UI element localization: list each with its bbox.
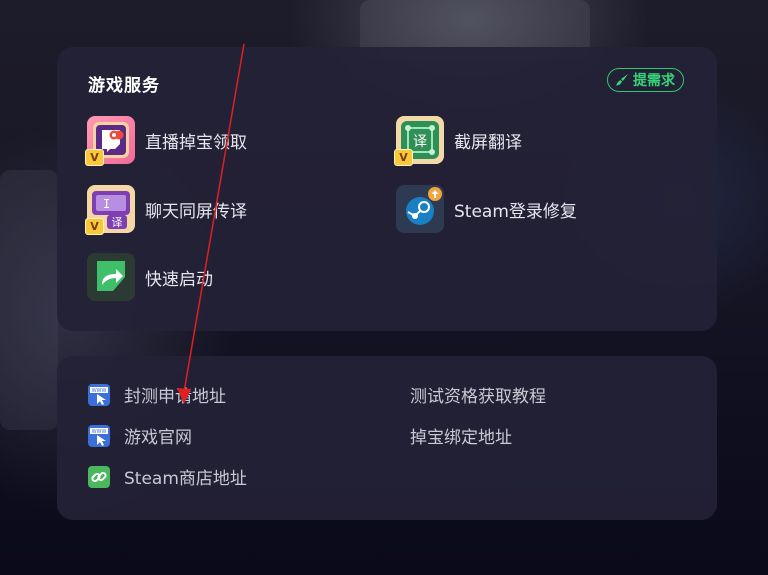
svg-text:I: I xyxy=(103,197,110,211)
service-label: 截屏翻译 xyxy=(454,132,522,153)
link-label: 掉宝绑定地址 xyxy=(410,428,512,448)
svg-text:译: 译 xyxy=(112,216,123,229)
service-steam-login-fix[interactable]: Steam登录修复 xyxy=(396,185,577,233)
link-drops-binding[interactable]: 掉宝绑定地址 xyxy=(410,423,512,448)
vip-badge: V xyxy=(85,218,104,235)
chat-translate-icon: I 译 V xyxy=(85,185,135,235)
vip-badge: V xyxy=(85,149,104,166)
background-decor xyxy=(0,170,58,430)
service-label: 快速启动 xyxy=(145,269,213,290)
link-steam-store[interactable]: Steam商店地址 xyxy=(88,464,247,489)
screenshot-translate-icon: 译 V xyxy=(394,116,444,166)
svg-text:译: 译 xyxy=(413,134,427,150)
service-screenshot-translate[interactable]: 译 V 截屏翻译 xyxy=(394,116,522,166)
link-label: 封测申请地址 xyxy=(124,387,226,407)
svg-text:WWW: WWW xyxy=(92,388,107,394)
game-services-panel: 游戏服务 提需求 V 直播掉宝领取 译 V 截屏翻译 I 译 V 聊天同屏传译 … xyxy=(57,47,717,331)
service-quick-launch[interactable]: 快速启动 xyxy=(87,253,213,301)
link-label: 测试资格获取教程 xyxy=(410,387,546,407)
web-link-icon: WWW xyxy=(88,383,110,406)
links-panel: WWW 封测申请地址 测试资格获取教程 WWW 游戏官网 掉宝绑定地址 Stea… xyxy=(57,356,717,520)
service-label: 聊天同屏传译 xyxy=(145,201,247,222)
link-beta-signup[interactable]: WWW 封测申请地址 xyxy=(88,382,226,407)
link-test-qualification-guide[interactable]: 测试资格获取教程 xyxy=(410,382,546,407)
svg-text:WWW: WWW xyxy=(92,429,107,435)
link-official-site[interactable]: WWW 游戏官网 xyxy=(88,423,192,448)
vip-badge: V xyxy=(394,149,413,166)
web-link-icon: WWW xyxy=(88,424,110,447)
quick-launch-icon xyxy=(87,253,135,301)
link-label: Steam商店地址 xyxy=(124,469,247,489)
steam-icon xyxy=(396,185,444,233)
service-chat-translate[interactable]: I 译 V 聊天同屏传译 xyxy=(85,185,247,235)
link-label: 游戏官网 xyxy=(124,428,192,448)
request-feature-button[interactable]: 提需求 xyxy=(607,68,684,92)
service-label: 直播掉宝领取 xyxy=(145,132,247,153)
service-twitch-drops[interactable]: V 直播掉宝领取 xyxy=(85,116,247,166)
brush-icon xyxy=(614,72,630,88)
request-feature-label: 提需求 xyxy=(633,73,675,89)
service-label: Steam登录修复 xyxy=(454,201,577,222)
twitch-drops-icon: V xyxy=(85,116,135,166)
chain-link-icon xyxy=(88,465,110,488)
panel-title: 游戏服务 xyxy=(88,76,160,96)
